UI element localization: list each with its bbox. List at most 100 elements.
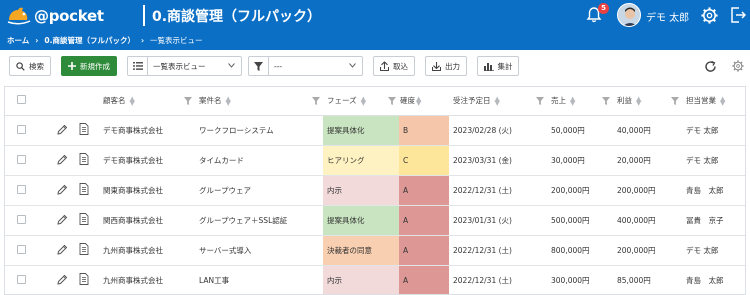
column-header-accuracy[interactable]: 確度▲ ▼ <box>399 87 449 116</box>
export-button[interactable]: 出力 <box>425 56 467 76</box>
table-row[interactable]: 関東商事株式会社 グループウェア 内示 A 2022/12/31 (土) 200,000円… <box>5 175 745 206</box>
edit-column-header <box>43 87 73 116</box>
new-button[interactable]: 新規作成 <box>61 56 117 76</box>
column-header-project[interactable]: 案件名 ▲ ▼ <box>195 87 323 116</box>
customer-cell[interactable]: デモ商事株式会社 <box>99 115 195 146</box>
edit-pencil-icon[interactable] <box>57 244 68 257</box>
filter-select[interactable]: --- <box>248 56 363 76</box>
profit-cell: 200,000円 <box>613 175 682 206</box>
view-select[interactable]: 一覧表示ビュー <box>127 56 242 76</box>
row-checkbox[interactable] <box>17 184 26 194</box>
row-select-cell <box>5 265 43 294</box>
row-select-cell <box>5 145 43 176</box>
list-view-icon <box>128 57 148 75</box>
detail-column-header <box>73 87 99 116</box>
table-row[interactable]: デモ商事株式会社 タイムカード ヒアリング C 2023/03/31 (金) 30,000… <box>5 145 745 176</box>
row-checkbox[interactable] <box>17 214 26 224</box>
filter-icon[interactable] <box>671 97 679 105</box>
row-checkbox[interactable] <box>17 124 26 134</box>
chart-icon <box>483 62 494 71</box>
sort-icon[interactable]: ▲ ▼ <box>416 96 421 107</box>
filter-icon[interactable] <box>602 97 610 105</box>
column-header-rep[interactable]: 担当営業 ▲ ▼ <box>682 87 745 116</box>
filter-icon[interactable] <box>184 97 192 105</box>
column-header-profit[interactable]: 利益 ▲ ▼ <box>613 87 682 116</box>
document-icon[interactable] <box>79 123 89 137</box>
sort-icon[interactable]: ▲ ▼ <box>570 96 575 107</box>
settings-gear-icon[interactable] <box>700 6 719 25</box>
document-icon[interactable] <box>79 243 89 257</box>
accuracy-cell: C <box>399 145 449 176</box>
column-header-phase[interactable]: フェーズ ▲ ▼ <box>323 87 399 116</box>
sales-cell: 30,000円 <box>547 145 613 176</box>
row-select-cell <box>5 175 43 206</box>
edit-pencil-icon[interactable] <box>57 154 68 167</box>
rep-cell: デモ 太郎 <box>682 115 745 146</box>
row-checkbox[interactable] <box>17 154 26 164</box>
customer-cell[interactable]: 関西商事株式会社 <box>99 205 195 236</box>
table-row[interactable]: 九州商事株式会社 サーバー式導入 決裁者の同意 A 2022/12/31 (土) 800,… <box>5 235 745 266</box>
document-icon[interactable] <box>79 213 89 227</box>
app-logo[interactable]: @pocket <box>6 4 104 28</box>
project-cell[interactable]: LAN工事 <box>195 265 323 294</box>
date-cell: 2022/12/31 (土) <box>449 175 547 206</box>
project-cell[interactable]: タイムカード <box>195 145 323 176</box>
toolbar: 検索 新規作成 一覧表示ビュー --- 取込 出力 集計 <box>0 50 750 86</box>
date-cell: 2022/12/31 (土) <box>449 235 547 266</box>
column-header-sales[interactable]: 売上 ▲ ▼ <box>547 87 613 116</box>
edit-pencil-icon[interactable] <box>57 184 68 197</box>
filter-icon[interactable] <box>388 97 396 105</box>
edit-pencil-icon[interactable] <box>57 214 68 227</box>
logout-icon[interactable] <box>730 6 746 24</box>
export-button-label: 出力 <box>445 61 460 71</box>
breadcrumb-app[interactable]: 0.商談管理（フルパック） <box>44 35 135 46</box>
edit-cell <box>43 235 73 266</box>
user-avatar[interactable] <box>617 3 641 27</box>
filter-icon[interactable] <box>536 97 544 105</box>
sort-icon[interactable]: ▲ ▼ <box>130 96 135 107</box>
row-checkbox[interactable] <box>17 274 26 284</box>
notification-badge: 5 <box>598 3 609 14</box>
column-label: 顧客名 <box>103 96 126 106</box>
table-row[interactable]: デモ商事株式会社 ワークフローシステム 提案具体化 B 2023/02/28 (火) 50… <box>5 115 745 146</box>
sort-icon[interactable]: ▲ ▼ <box>226 96 231 107</box>
document-icon[interactable] <box>79 273 89 287</box>
table-settings-gear-icon[interactable] <box>731 59 745 73</box>
rep-cell: デモ 太郎 <box>682 145 745 176</box>
project-cell[interactable]: グループウェア＋SSL認証 <box>195 205 323 236</box>
sort-icon[interactable]: ▲ ▼ <box>361 96 366 107</box>
document-icon[interactable] <box>79 153 89 167</box>
user-name[interactable]: デモ 太郎 <box>646 9 689 24</box>
customer-cell[interactable]: デモ商事株式会社 <box>99 145 195 176</box>
column-header-date[interactable]: 受注予定日 ▲ ▼ <box>449 87 547 116</box>
refresh-icon[interactable] <box>704 60 717 73</box>
table-row[interactable]: 関西商事株式会社 グループウェア＋SSL認証 提案具体化 A 2023/01/31 (火… <box>5 205 745 236</box>
export-icon <box>432 62 441 71</box>
row-checkbox[interactable] <box>17 244 26 254</box>
project-cell[interactable]: ワークフローシステム <box>195 115 323 146</box>
customer-cell[interactable]: 九州商事株式会社 <box>99 265 195 294</box>
document-icon[interactable] <box>79 183 89 197</box>
table-row[interactable]: 九州商事株式会社 LAN工事 内示 A 2022/12/31 (土) 300,000円 85… <box>5 265 745 294</box>
edit-pencil-icon[interactable] <box>57 124 68 137</box>
project-cell[interactable]: サーバー式導入 <box>195 235 323 266</box>
aggregate-button[interactable]: 集計 <box>477 56 519 76</box>
project-cell[interactable]: グループウェア <box>195 175 323 206</box>
rep-cell: 冨貴 京子 <box>682 205 745 236</box>
sort-icon[interactable]: ▲ ▼ <box>495 96 500 107</box>
breadcrumb-separator: › <box>140 36 145 45</box>
breadcrumb-home[interactable]: ホーム <box>7 35 29 46</box>
select-all-checkbox[interactable] <box>17 95 26 105</box>
customer-cell[interactable]: 九州商事株式会社 <box>99 235 195 266</box>
edit-pencil-icon[interactable] <box>57 274 68 287</box>
row-select-cell <box>5 235 43 266</box>
import-button[interactable]: 取込 <box>373 56 415 76</box>
sort-icon[interactable]: ▲ ▼ <box>636 96 641 107</box>
column-header-customer[interactable]: 顧客名 ▲ ▼ <box>99 87 195 116</box>
date-cell: 2023/03/31 (金) <box>449 145 547 176</box>
customer-cell[interactable]: 関東商事株式会社 <box>99 175 195 206</box>
sort-icon[interactable]: ▲ ▼ <box>720 96 725 107</box>
search-button[interactable]: 検索 <box>9 56 51 76</box>
edit-cell <box>43 175 73 206</box>
filter-icon[interactable] <box>312 97 320 105</box>
